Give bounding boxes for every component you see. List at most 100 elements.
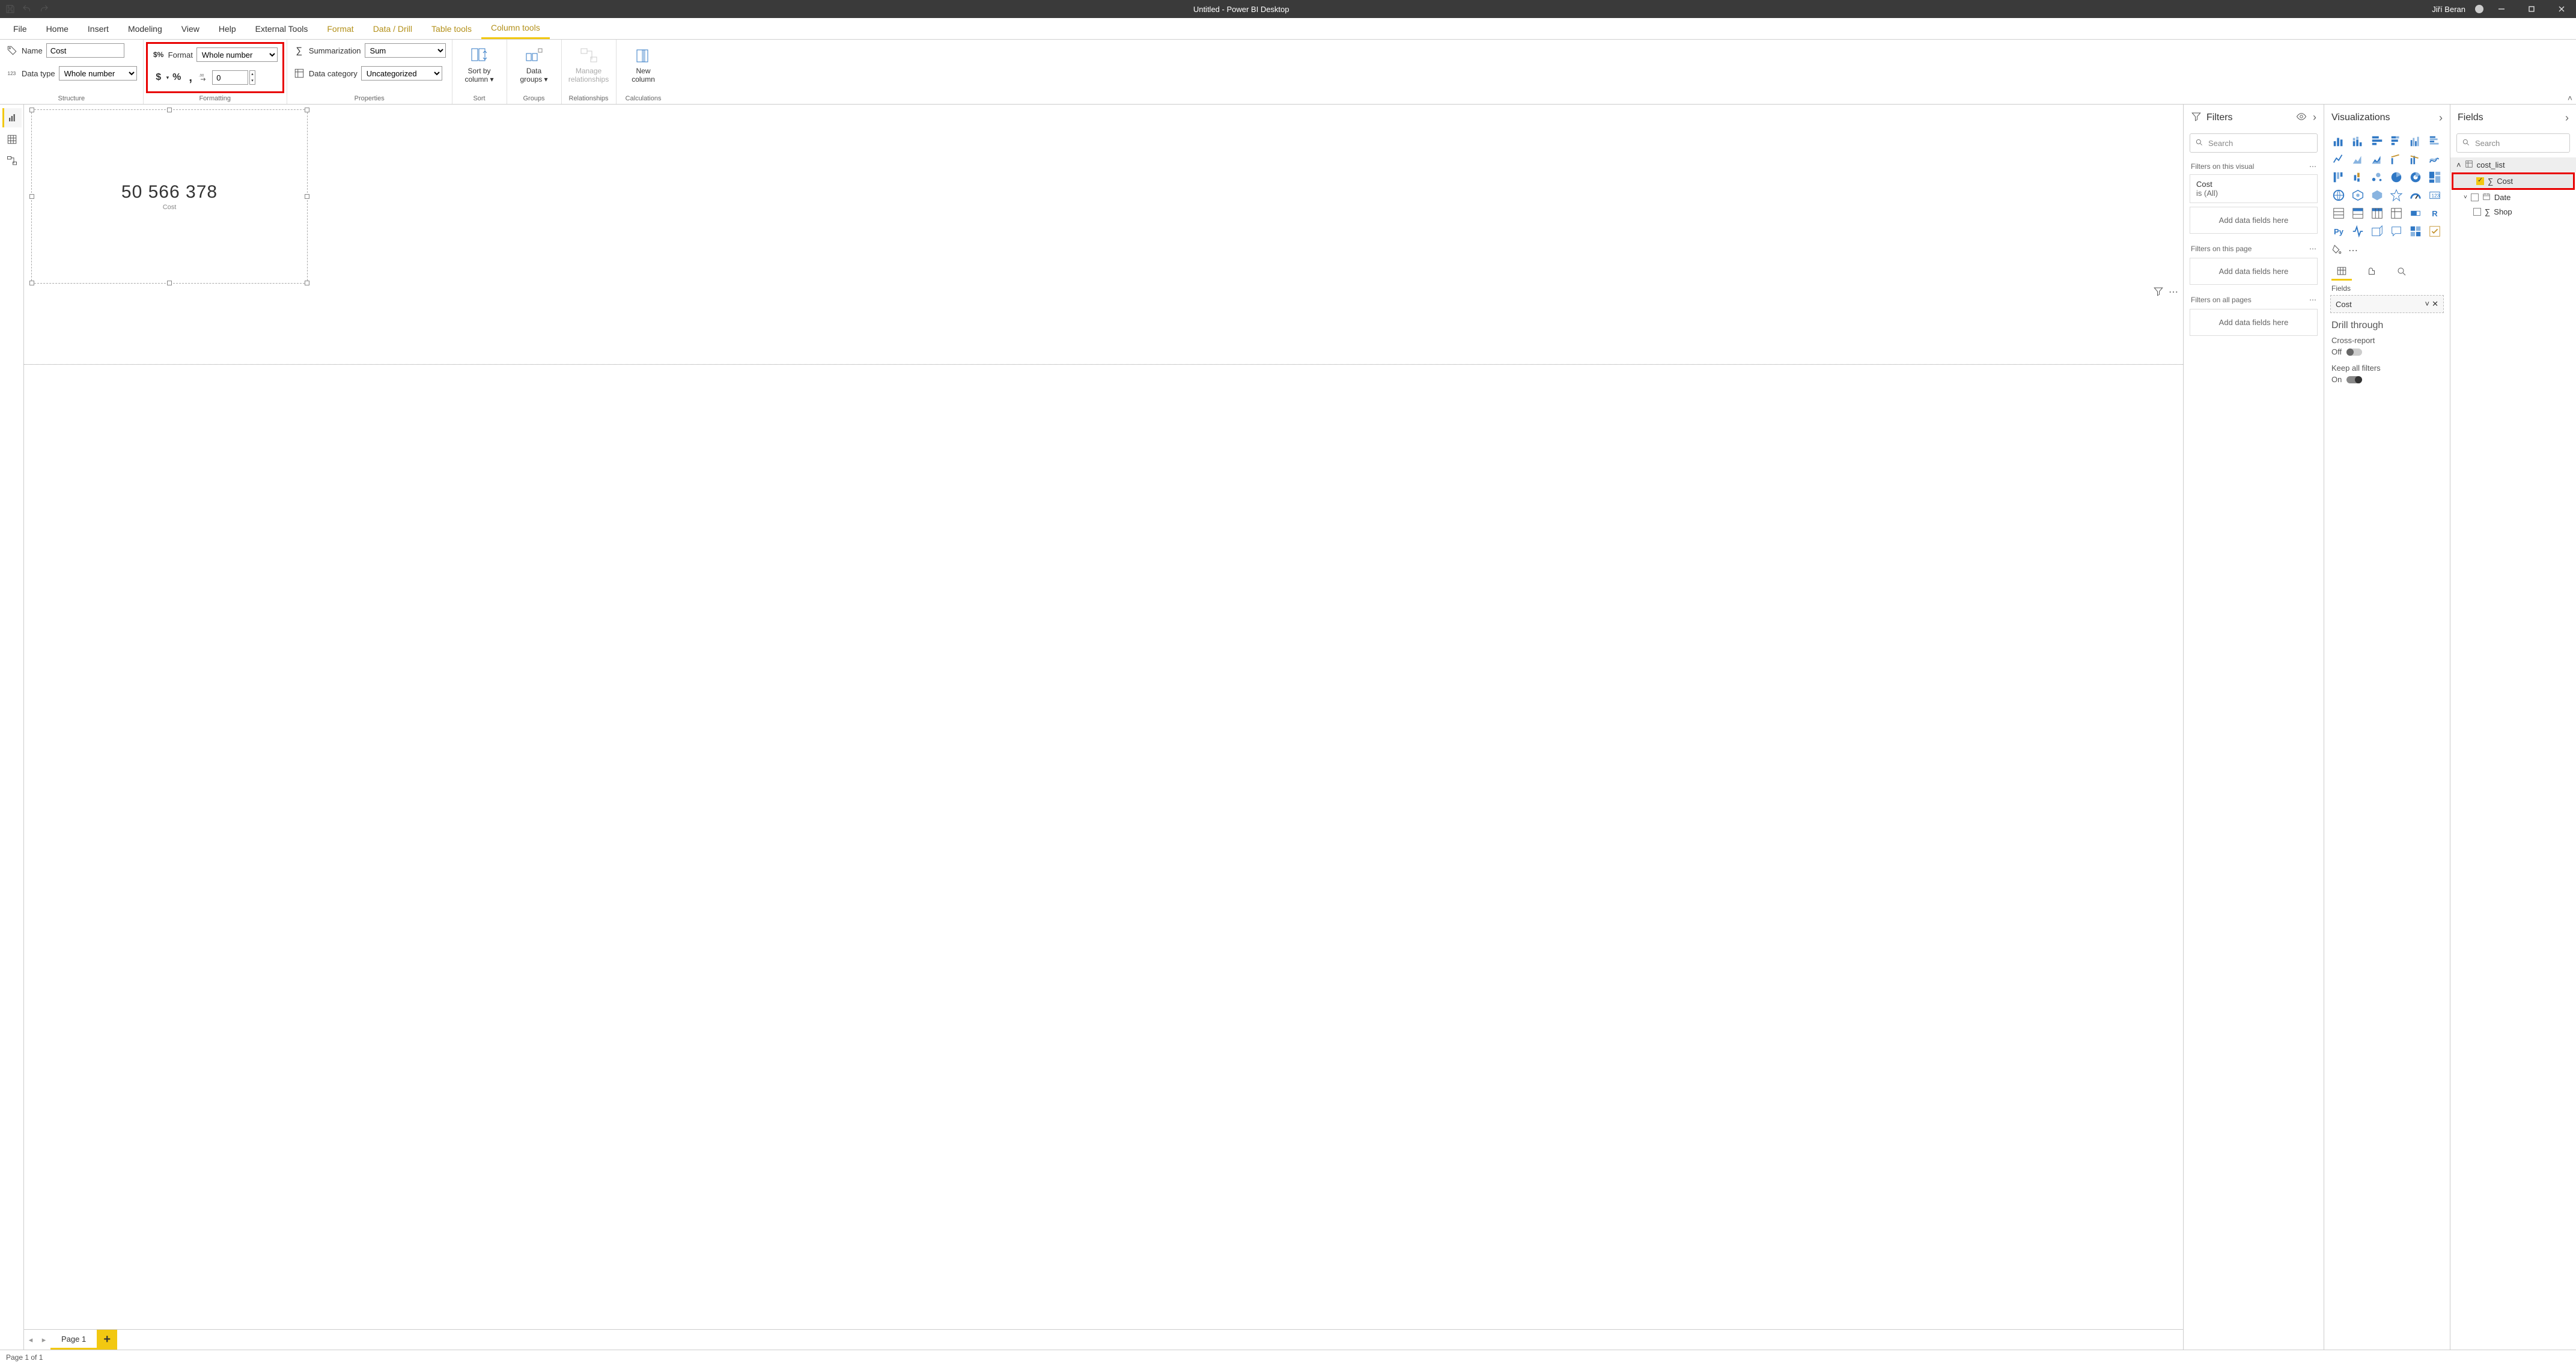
viz-type-24[interactable] (2330, 206, 2347, 221)
tab-data-drill[interactable]: Data / Drill (364, 18, 422, 39)
remove-field-icon[interactable]: ✕ (2432, 299, 2438, 309)
viz-type-25[interactable] (2349, 206, 2366, 221)
user-name[interactable]: Jiří Beran (2432, 5, 2465, 14)
viz-tab-analytics[interactable] (2392, 263, 2412, 281)
viz-type-23[interactable]: 123 (2426, 187, 2443, 203)
viz-type-13[interactable] (2349, 169, 2366, 185)
more-icon[interactable]: ⋯ (2309, 296, 2316, 304)
field-cost[interactable]: ∑Cost (2453, 174, 2573, 188)
viz-tab-fields[interactable] (2331, 263, 2352, 281)
format-select[interactable]: Whole number (196, 47, 278, 62)
viz-type-9[interactable] (2388, 151, 2405, 167)
spinner-icon[interactable]: ▴▾ (249, 70, 255, 85)
tab-external-tools[interactable]: External Tools (246, 18, 318, 39)
field-shop[interactable]: ∑Shop (2450, 205, 2576, 219)
paint-bucket-icon[interactable] (2331, 244, 2342, 257)
percent-icon[interactable]: % (171, 72, 183, 84)
save-icon[interactable] (4, 2, 17, 16)
viz-type-0[interactable] (2330, 133, 2347, 149)
viz-type-6[interactable] (2330, 151, 2347, 167)
viz-type-15[interactable] (2388, 169, 2405, 185)
visual-more-icon[interactable]: ⋯ (2169, 286, 2178, 299)
collapse-pane-icon[interactable]: › (2313, 111, 2316, 125)
data-view-button[interactable] (2, 130, 22, 149)
tab-help[interactable]: Help (209, 18, 246, 39)
viz-type-12[interactable] (2330, 169, 2347, 185)
drop-zone-page[interactable]: Add data fields here (2190, 258, 2318, 285)
viz-type-28[interactable] (2407, 206, 2424, 221)
tab-home[interactable]: Home (37, 18, 78, 39)
name-input[interactable] (46, 43, 124, 58)
viz-type-2[interactable] (2369, 133, 2386, 149)
viz-type-19[interactable] (2349, 187, 2366, 203)
viz-type-30[interactable]: Py (2330, 224, 2347, 239)
chevron-down-icon[interactable]: ˅ (2425, 299, 2430, 309)
viz-type-29[interactable]: R (2426, 206, 2443, 221)
ribbon-collapse-icon[interactable]: ˄ (2568, 93, 2572, 103)
decimals-input[interactable] (212, 70, 248, 85)
filters-search[interactable]: Search (2190, 133, 2318, 153)
avatar[interactable] (2475, 5, 2483, 13)
viz-type-16[interactable] (2407, 169, 2424, 185)
page-tab[interactable]: Page 1 (50, 1330, 97, 1350)
drop-zone-all[interactable]: Add data fields here (2190, 309, 2318, 336)
viz-type-5[interactable] (2426, 133, 2443, 149)
thousands-icon[interactable]: , (184, 72, 196, 84)
checkbox[interactable] (2471, 193, 2479, 201)
fields-search[interactable]: Search (2456, 133, 2570, 153)
category-select[interactable]: Uncategorized (361, 66, 442, 81)
viz-type-7[interactable] (2349, 151, 2366, 167)
viz-type-27[interactable] (2388, 206, 2405, 221)
report-view-button[interactable] (2, 108, 22, 127)
field-date[interactable]: ˅Date (2450, 190, 2576, 205)
viz-type-34[interactable] (2407, 224, 2424, 239)
card-visual[interactable]: 50 566 378 Cost (31, 109, 308, 284)
summarization-select[interactable]: Sum (365, 43, 446, 58)
viz-type-35[interactable] (2426, 224, 2443, 239)
viz-type-32[interactable] (2369, 224, 2386, 239)
tab-view[interactable]: View (172, 18, 209, 39)
maximize-button[interactable] (2520, 0, 2544, 18)
drop-zone-visual[interactable]: Add data fields here (2190, 207, 2318, 234)
tab-format[interactable]: Format (317, 18, 363, 39)
tab-table-tools[interactable]: Table tools (422, 18, 481, 39)
viz-type-31[interactable] (2349, 224, 2366, 239)
minimize-button[interactable] (2489, 0, 2514, 18)
datatype-select[interactable]: Whole number (59, 66, 137, 81)
dropdown-caret-icon[interactable]: ▾ (166, 75, 169, 81)
viz-tab-format[interactable] (2361, 263, 2382, 281)
add-page-button[interactable]: + (97, 1330, 117, 1350)
more-icon[interactable]: ⋯ (2309, 245, 2316, 253)
viz-type-4[interactable] (2407, 133, 2424, 149)
table-row-costlist[interactable]: ˄ cost_list (2450, 157, 2576, 172)
viz-type-26[interactable] (2369, 206, 2386, 221)
viz-type-21[interactable] (2388, 187, 2405, 203)
currency-icon[interactable]: $ (153, 72, 165, 84)
viz-type-8[interactable] (2369, 151, 2386, 167)
undo-icon[interactable] (20, 2, 34, 16)
viz-type-1[interactable] (2349, 133, 2366, 149)
page-next-button[interactable]: ▸ (37, 1331, 50, 1349)
visual-filter-icon[interactable] (2153, 286, 2164, 299)
collapse-pane-icon[interactable]: › (2565, 112, 2569, 124)
field-well-cost[interactable]: Cost ˅✕ (2330, 295, 2444, 313)
close-button[interactable] (2550, 0, 2574, 18)
eye-icon[interactable] (2296, 111, 2307, 125)
more-icon[interactable]: ⋯ (2348, 245, 2358, 257)
page-prev-button[interactable]: ◂ (24, 1331, 37, 1349)
tab-insert[interactable]: Insert (78, 18, 118, 39)
viz-type-22[interactable] (2407, 187, 2424, 203)
viz-type-3[interactable] (2388, 133, 2405, 149)
viz-type-10[interactable] (2407, 151, 2424, 167)
new-column-button[interactable]: Newcolumn (623, 42, 665, 89)
checkbox[interactable] (2473, 208, 2481, 216)
more-icon[interactable]: ⋯ (2309, 162, 2316, 171)
tab-column-tools[interactable]: Column tools (481, 18, 550, 39)
model-view-button[interactable] (2, 151, 22, 171)
data-groups-button[interactable]: Datagroups ▾ (513, 42, 555, 89)
report-canvas[interactable]: 50 566 378 Cost ⋯ (24, 105, 2183, 1329)
collapse-pane-icon[interactable]: › (2439, 112, 2443, 124)
cross-report-toggle[interactable] (2346, 349, 2362, 356)
sort-by-column-button[interactable]: Sort bycolumn ▾ (458, 42, 501, 89)
decimal-shift-icon[interactable]: .00 (198, 72, 210, 84)
